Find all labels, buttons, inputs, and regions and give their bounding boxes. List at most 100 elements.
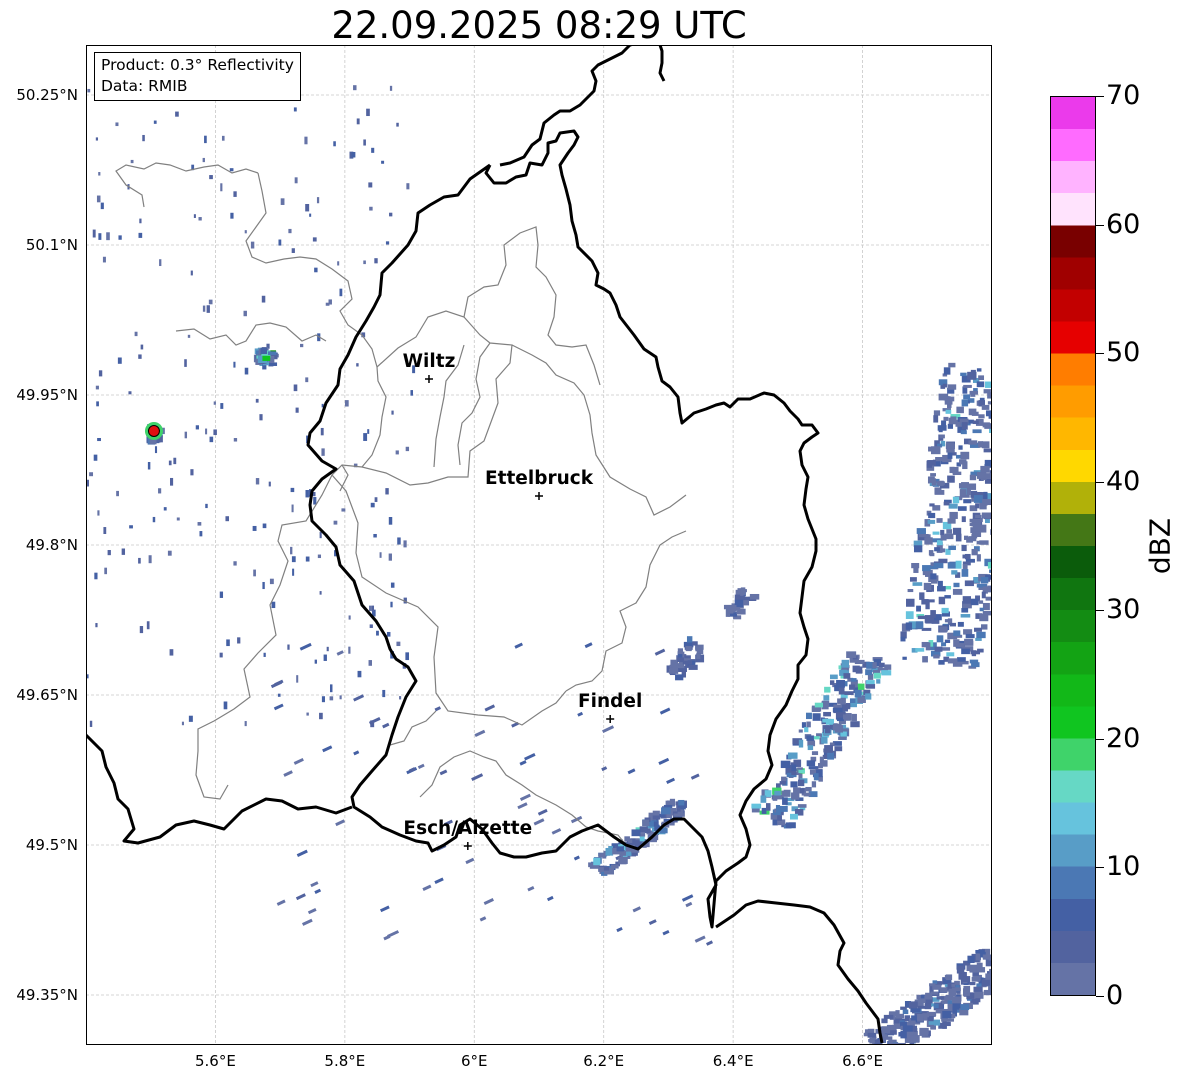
echo-speck <box>314 888 322 894</box>
city-label: Esch/Alzette <box>403 818 533 839</box>
echo-cell <box>821 736 828 744</box>
echo-speck <box>95 385 99 390</box>
echo-speck <box>197 522 202 526</box>
echo-speck <box>96 401 99 407</box>
echo-cell <box>774 790 781 796</box>
echo-cell <box>972 420 979 425</box>
echo-speck <box>357 670 362 678</box>
echo-cell <box>653 821 659 827</box>
echo-speck <box>319 712 323 720</box>
echo-cell <box>881 1018 888 1024</box>
echo-speck <box>283 770 293 777</box>
echo-cell <box>982 954 992 960</box>
echo-cell <box>955 533 962 542</box>
echo-speck <box>325 302 330 306</box>
echo-cell <box>865 693 872 700</box>
echo-cell <box>959 489 966 497</box>
echo-cell <box>962 976 971 983</box>
echo-speck <box>188 715 193 722</box>
echo-cell <box>898 1032 906 1037</box>
echo-cell <box>961 399 969 407</box>
echo-cell <box>975 949 985 954</box>
echo-cell <box>919 592 925 600</box>
echo-cell <box>981 512 992 519</box>
echo-cell <box>980 577 989 584</box>
echo-cell <box>806 760 816 767</box>
echo-speck <box>175 111 179 117</box>
echo-cell <box>760 795 767 803</box>
echo-cell <box>966 536 973 543</box>
echo-cell <box>979 505 987 510</box>
echo-speck <box>479 916 487 922</box>
echo-speck <box>290 546 293 555</box>
lat-tick-label: 50.25°N <box>16 86 78 104</box>
echo-speck <box>314 267 318 273</box>
lat-tick-label: 49.95°N <box>16 386 78 404</box>
echo-speck <box>295 407 299 413</box>
echo-speck <box>439 769 448 776</box>
echo-cell <box>910 1008 921 1013</box>
echo-cell <box>977 648 984 653</box>
echo-speck <box>348 615 351 620</box>
echo-cell <box>938 558 948 564</box>
echo-speck <box>147 461 151 470</box>
echo-speck <box>292 568 295 576</box>
echo-speck <box>527 885 535 892</box>
colorbar-tick-label: 60 <box>1106 208 1141 240</box>
echo-cell <box>823 695 830 701</box>
echo-speck <box>223 701 228 710</box>
echo-cell <box>813 736 820 740</box>
echo-speck <box>395 450 399 455</box>
product-label: Product: 0.3° Reflectivity <box>101 56 294 74</box>
city-label: Ettelbruck <box>484 468 594 489</box>
echo-speck <box>181 721 184 726</box>
echo-cell <box>907 589 914 593</box>
echo-cell <box>930 991 939 995</box>
echo-speck <box>219 652 223 658</box>
radar-map[interactable] <box>86 45 992 1045</box>
echo-cell <box>982 422 990 428</box>
echo-cell <box>761 807 767 814</box>
echo-speck <box>368 182 373 188</box>
echo-cell <box>783 789 791 797</box>
echo-speck <box>204 135 207 144</box>
echo-cell <box>981 404 990 410</box>
echo-speck <box>252 525 257 531</box>
country-borders <box>86 45 884 1044</box>
echo-cell <box>946 448 955 453</box>
echo-speck <box>213 401 216 405</box>
echo-cell <box>973 975 981 981</box>
echo-cell <box>947 452 953 459</box>
echo-speck <box>116 490 119 497</box>
echo-cell <box>950 416 957 425</box>
echo-cell <box>927 460 936 466</box>
echo-cell <box>929 503 935 507</box>
echo-speck <box>335 819 346 827</box>
echo-cell <box>924 1003 932 1010</box>
echo-cell <box>790 781 798 788</box>
echo-cell <box>946 529 953 534</box>
echo-speck <box>385 241 390 245</box>
echo-cell <box>836 717 845 722</box>
echo-cell <box>696 653 701 660</box>
echo-cell <box>957 506 967 511</box>
echo-speck <box>184 431 188 439</box>
echo-cell <box>598 867 604 872</box>
echo-cell <box>942 1010 952 1019</box>
echo-cell <box>930 610 936 618</box>
echo-speck <box>363 433 368 441</box>
echo-cell <box>982 499 992 506</box>
echo-cell <box>940 529 945 536</box>
echo-cell <box>775 795 783 800</box>
echo-cell <box>960 372 967 377</box>
echo-cell <box>765 803 771 811</box>
echo-cell <box>661 807 671 815</box>
echo-speck <box>107 550 111 556</box>
echo-speck <box>225 516 230 522</box>
echo-speck <box>705 940 714 946</box>
echo-cell <box>917 998 926 1004</box>
lat-tick-label: 49.8°N <box>25 536 78 554</box>
echo-speck <box>373 533 377 538</box>
echo-speck <box>662 929 670 936</box>
echo-speck <box>195 425 199 430</box>
